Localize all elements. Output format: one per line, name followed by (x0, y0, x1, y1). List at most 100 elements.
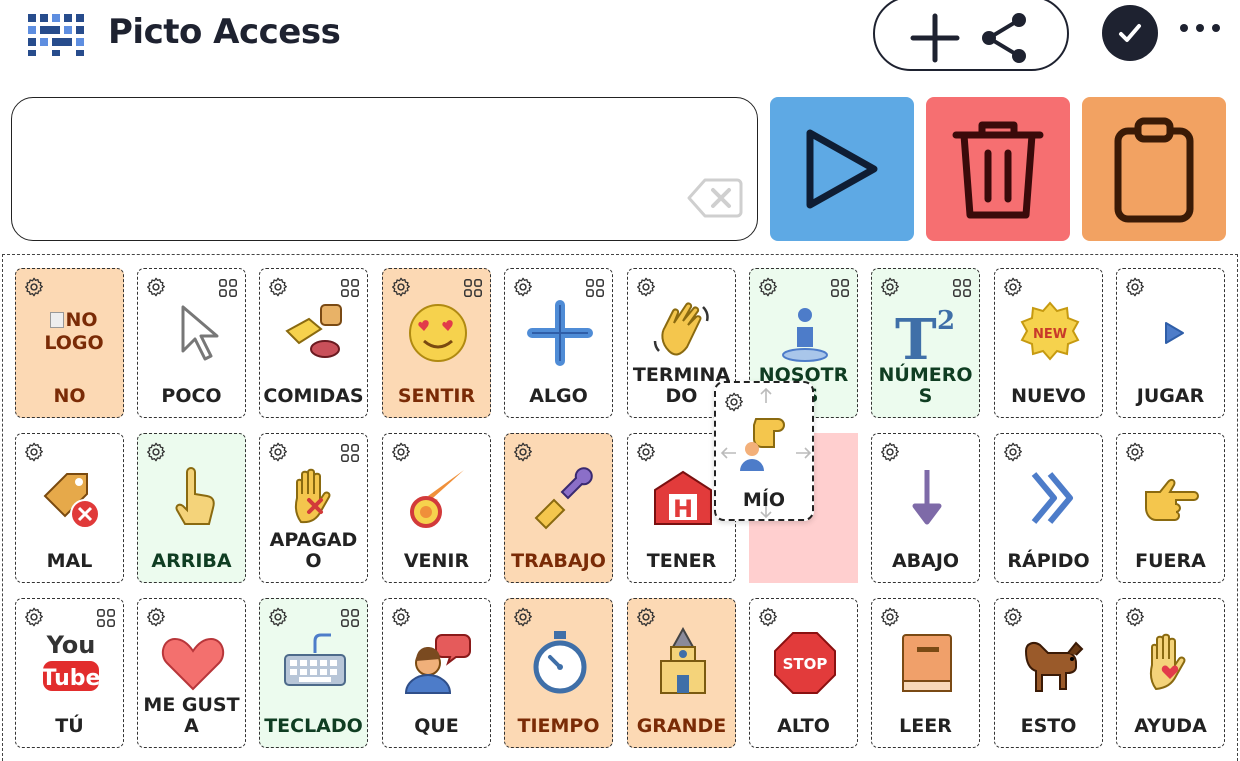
stopwatch-icon (533, 631, 587, 694)
gear-icon[interactable] (23, 276, 45, 298)
tile-mal[interactable]: MAL (15, 433, 124, 583)
tile-esto[interactable]: ESTO (994, 598, 1103, 748)
tile-sentir[interactable]: SENTIR (382, 268, 491, 418)
tile-apagado[interactable]: APAGADO (259, 433, 368, 583)
sentence-input[interactable] (11, 97, 758, 241)
tile-label: GRANDE (636, 715, 727, 737)
keyboard-icon (284, 633, 346, 686)
tile-poco[interactable]: POCO (137, 268, 246, 418)
tile-nuevo[interactable]: NEW NUEVO (994, 268, 1103, 418)
tile-label: ABAJO (891, 550, 960, 572)
gear-icon[interactable] (635, 441, 657, 463)
new-badge-icon: NEW (1020, 301, 1080, 361)
svg-text:NEW: NEW (1033, 327, 1067, 342)
heart-icon (161, 637, 225, 691)
tile-label: RÁPIDO (1007, 550, 1090, 572)
gear-icon[interactable] (879, 606, 901, 628)
tile-comidas[interactable]: COMIDAS (259, 268, 368, 418)
tag-remove-icon (43, 473, 100, 529)
tile-label: COMIDAS (263, 385, 364, 407)
gear-icon[interactable] (1002, 276, 1024, 298)
tile-me-gusta[interactable]: ME GUSTA (137, 598, 246, 748)
gear-icon[interactable] (757, 606, 779, 628)
play-button[interactable] (770, 97, 914, 241)
tile-label: MÍO (742, 489, 786, 511)
apps-icon[interactable] (951, 277, 973, 299)
tile-teclado[interactable]: TECLADO (259, 598, 368, 748)
svg-text:2: 2 (937, 306, 955, 336)
gear-icon[interactable] (390, 276, 412, 298)
tile-label: MAL (46, 550, 93, 572)
gear-icon[interactable] (267, 276, 289, 298)
tile-label: TÚ (55, 715, 84, 737)
gear-icon[interactable] (23, 441, 45, 463)
tile-tú[interactable]: You Tube TÚ (15, 598, 124, 748)
tile-leer[interactable]: LEER (871, 598, 980, 748)
clipboard-button[interactable] (1082, 97, 1226, 241)
tile-números[interactable]: T 2 NÚMEROS (871, 268, 980, 418)
hospital-icon: H (654, 470, 712, 525)
apps-icon[interactable] (462, 277, 484, 299)
tile-arriba[interactable]: ARRIBA (137, 433, 246, 583)
tile-ayuda[interactable]: AYUDA (1116, 598, 1225, 748)
dragging-tile[interactable]: MÍO (714, 381, 814, 521)
play-small-icon (1165, 322, 1184, 344)
apps-icon[interactable] (217, 277, 239, 299)
backspace-icon[interactable] (687, 176, 743, 220)
gear-icon[interactable] (512, 276, 534, 298)
gear-icon[interactable] (390, 441, 412, 463)
plus-icon[interactable] (905, 8, 965, 68)
gear-icon[interactable] (1124, 606, 1146, 628)
apps-icon[interactable] (95, 607, 117, 629)
gear-icon[interactable] (512, 606, 534, 628)
gear-icon[interactable] (635, 606, 657, 628)
stop-sign-icon: STOP (774, 632, 836, 694)
delete-button[interactable] (926, 97, 1070, 241)
gear-icon[interactable] (267, 606, 289, 628)
tile-tiempo[interactable]: TIEMPO (504, 598, 613, 748)
apps-icon[interactable] (339, 277, 361, 299)
gear-icon[interactable] (1002, 441, 1024, 463)
gear-icon[interactable] (267, 441, 289, 463)
tile-fuera[interactable]: FUERA (1116, 433, 1225, 583)
apps-icon[interactable] (339, 607, 361, 629)
gear-icon[interactable] (879, 276, 901, 298)
clipboard-icon (1114, 117, 1194, 223)
apps-icon[interactable] (829, 277, 851, 299)
tile-trabajo[interactable]: TRABAJO (504, 433, 613, 583)
tile-jugar[interactable]: JUGAR (1116, 268, 1225, 418)
gear-icon[interactable] (23, 606, 45, 628)
more-dots-icon[interactable] (1176, 16, 1226, 40)
gear-icon[interactable] (757, 276, 779, 298)
apps-icon[interactable] (584, 277, 606, 299)
tower-icon (660, 627, 706, 694)
tile-abajo[interactable]: ABAJO (871, 433, 980, 583)
gear-icon[interactable] (390, 606, 412, 628)
tile-rápido[interactable]: RÁPIDO (994, 433, 1103, 583)
tile-label: TENER (646, 550, 717, 572)
gear-icon[interactable] (1002, 606, 1024, 628)
tile-alto[interactable]: STOP ALTO (749, 598, 858, 748)
tile-no[interactable]: NO LOGO NO (15, 268, 124, 418)
gear-icon[interactable] (145, 606, 167, 628)
gear-icon[interactable] (512, 441, 534, 463)
tile-que[interactable]: QUE (382, 598, 491, 748)
cursor-icon (181, 305, 219, 361)
gear-icon[interactable] (1124, 441, 1146, 463)
gear-icon[interactable] (145, 441, 167, 463)
tile-label: ESTO (1020, 715, 1077, 737)
gear-icon[interactable] (1124, 276, 1146, 298)
tile-label: TIEMPO (517, 715, 600, 737)
gear-icon[interactable] (635, 276, 657, 298)
tile-algo[interactable]: ALGO (504, 268, 613, 418)
tile-venir[interactable]: VENIR (382, 433, 491, 583)
tile-label: SENTIR (397, 385, 476, 407)
share-icon[interactable] (975, 8, 1035, 68)
gear-icon[interactable] (145, 276, 167, 298)
arrow-down-icon (912, 470, 942, 525)
apps-icon[interactable] (339, 442, 361, 464)
gear-icon[interactable] (879, 441, 901, 463)
tile-label: LEER (899, 715, 952, 737)
confirm-button[interactable] (1102, 5, 1158, 61)
tile-grande[interactable]: GRANDE (627, 598, 736, 748)
